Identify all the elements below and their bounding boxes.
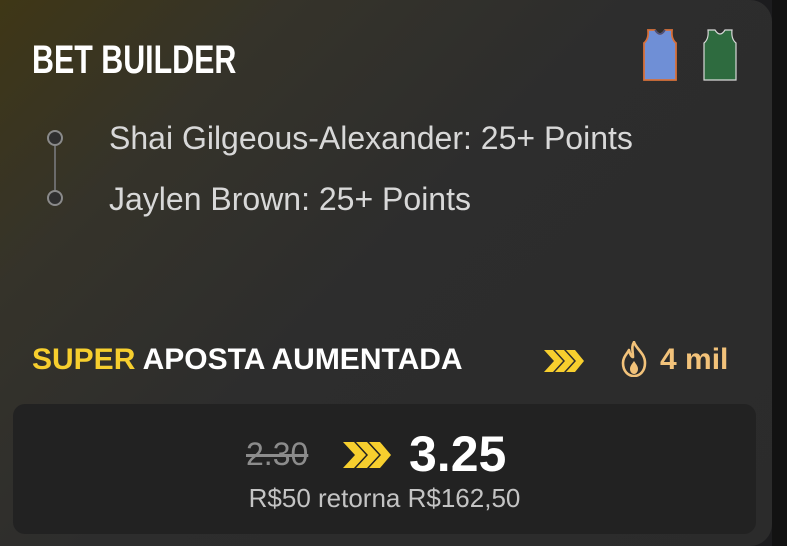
odds-button[interactable]: 2.30 3.25 R$50 retorna R$162,50 [13, 404, 756, 534]
potential-returns: R$50 retorna R$162,50 [248, 483, 521, 513]
scroll-edge [772, 0, 787, 546]
thunder-jersey-icon [643, 29, 677, 81]
bet-builder-card[interactable]: BET BUILDER Shai Gilgeous-Alexander: 25+… [0, 0, 772, 546]
old-odds: 2.30 [246, 436, 309, 472]
celtics-jersey-icon [703, 29, 737, 81]
boosted-odds: 3.25 [409, 426, 507, 482]
promo-label: SUPER APOSTA AUMENTADA [32, 338, 463, 382]
leg-2-text: Jaylen Brown: 25+ Points [109, 181, 471, 217]
card-title: BET BUILDER [32, 38, 237, 82]
bet-legs-list: Shai Gilgeous-Alexander: 25+ Points Jayl… [0, 110, 772, 230]
popularity-count: 4 mil [660, 343, 729, 376]
leg-bullet-icon [47, 130, 63, 146]
odds-row: 2.30 3.25 [13, 424, 756, 484]
legs-connector-line [54, 146, 56, 196]
chevrons-right-icon [343, 442, 391, 468]
leg-1-text: Shai Gilgeous-Alexander: 25+ Points [109, 120, 633, 156]
promo-highlight: SUPER [32, 343, 136, 376]
flame-icon [621, 341, 647, 377]
chevrons-right-icon [544, 350, 584, 372]
promo-text: APOSTA AUMENTADA [142, 343, 463, 376]
leg-bullet-icon [47, 190, 63, 206]
